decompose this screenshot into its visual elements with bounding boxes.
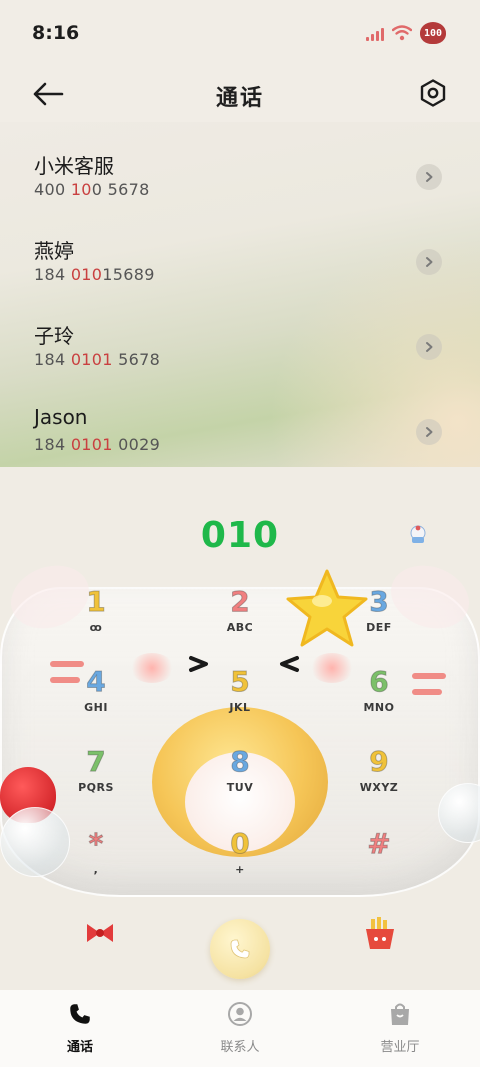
key-letters: JKL — [229, 701, 251, 714]
nav-label: 营业厅 — [380, 1040, 420, 1055]
key-letters: WXYZ — [359, 781, 399, 794]
signal-icon — [366, 25, 384, 41]
chevron-right-icon — [426, 257, 433, 267]
dial-key-1[interactable]: 1ꝏ — [51, 585, 141, 649]
dial-key-hash[interactable]: # — [334, 827, 424, 891]
contact-detail-button[interactable] — [416, 419, 442, 445]
nav-label: 通话 — [66, 1040, 93, 1055]
phone-icon — [20, 1000, 140, 1028]
dial-key-9[interactable]: 9 WXYZ — [334, 745, 424, 809]
number-segment: 0 5678 — [91, 180, 150, 199]
number-segment: 15689 — [102, 265, 155, 284]
number-segment: 184 — [34, 435, 71, 454]
key-digit: 5 — [230, 665, 250, 699]
number-segment: 184 — [34, 350, 71, 369]
key-letters: , — [93, 863, 99, 876]
key-digit: 9 — [369, 745, 389, 779]
number-segment: 0029 — [112, 435, 161, 454]
key-letters: ꝏ — [89, 621, 103, 634]
chevron-right-icon — [426, 342, 433, 352]
contact-detail-button[interactable] — [416, 164, 442, 190]
call-button[interactable] — [210, 919, 270, 979]
status-bar: 8:16 100 — [0, 0, 480, 66]
contact-suggestion-item[interactable]: 小米客服 400 100 5678 — [0, 140, 480, 225]
key-letters: + — [235, 863, 245, 876]
nav-tab-0[interactable]: 通话 — [20, 1000, 140, 1055]
key-digit: # — [367, 827, 391, 861]
chevron-right-icon — [426, 427, 433, 437]
nav-label: 联系人 — [220, 1040, 260, 1055]
dialer-area: 010 1 ꝏ 2 ABC 3 DEF 4 GHI 5 JKL 6 MNO 7 PQRS 8 TUV 9 WXYZ… — [0, 467, 480, 990]
key-digit: 4 — [86, 665, 106, 699]
key-digit: 6 — [369, 665, 389, 699]
key-digit: * — [88, 827, 104, 861]
settings-icon[interactable] — [418, 78, 448, 108]
key-digit: 3 — [369, 585, 389, 619]
number-segment: 5678 — [112, 350, 161, 369]
contact-detail-button[interactable] — [416, 334, 442, 360]
fries-sticker-icon — [366, 917, 394, 949]
key-digit: 1 — [86, 585, 106, 619]
header: 通话 — [0, 66, 480, 122]
dial-key-0[interactable]: 0 + — [195, 827, 285, 891]
key-letters: DEF — [366, 621, 392, 634]
nav-tab-2[interactable]: 营业厅 — [340, 1000, 460, 1055]
cupcake-sticker-icon — [410, 525, 426, 543]
contact-name: 小米客服 — [34, 154, 114, 178]
dial-key-6[interactable]: 6 MNO — [334, 665, 424, 729]
dial-key-5[interactable]: 5 JKL — [195, 665, 285, 729]
key-digit: 2 — [230, 585, 250, 619]
contact-suggestion-list: 小米客服 400 100 5678 燕婷 184 01015689 子玲 184 0101… — [0, 140, 480, 480]
dial-key-7[interactable]: 7 PQRS — [51, 745, 141, 809]
bow-sticker-icon — [87, 924, 113, 942]
page-title: 通话 — [215, 86, 264, 111]
matched-digits: 0101 — [70, 350, 113, 369]
contact-name: Jason — [34, 405, 88, 429]
contact-number: 184 0101 5678 — [34, 350, 160, 369]
contact-suggestion-item[interactable]: 燕婷 184 01015689 — [0, 225, 480, 310]
matched-digits: 10 — [70, 180, 92, 199]
key-digit: 0 — [230, 827, 250, 861]
phone-icon — [230, 939, 250, 959]
dial-key-8[interactable]: 8 TUV — [195, 745, 285, 809]
key-letters: TUV — [226, 781, 254, 794]
key-digit: 7 — [86, 745, 106, 779]
key-letters: GHI — [84, 701, 108, 714]
matched-digits: 0101 — [70, 435, 113, 454]
key-letters: MNO — [363, 701, 395, 714]
contact-suggestion-item[interactable]: 子玲 184 0101 5678 — [0, 310, 480, 395]
nav-tab-1[interactable]: 联系人 — [180, 1000, 300, 1055]
number-segment: 184 — [34, 265, 71, 284]
contact-name: 燕婷 — [34, 239, 74, 263]
wifi-icon — [392, 25, 412, 41]
matched-digits: 010 — [70, 265, 103, 284]
status-icons: 100 — [366, 22, 446, 44]
dial-key-star[interactable]: *, — [51, 827, 141, 891]
number-segment: 400 — [34, 180, 71, 199]
contact-number: 400 100 5678 — [34, 180, 150, 199]
contacts-icon — [180, 1000, 300, 1028]
battery-icon: 100 — [420, 22, 446, 44]
contact-detail-button[interactable] — [416, 249, 442, 275]
status-time: 8:16 — [32, 22, 80, 44]
contact-number: 184 01015689 — [34, 265, 155, 284]
shopping-bag-icon — [340, 1000, 460, 1028]
dial-key-2[interactable]: 2 ABC — [195, 585, 285, 649]
dial-key-3[interactable]: 3 DEF — [334, 585, 424, 649]
dial-key-4[interactable]: 4 GHI — [51, 665, 141, 729]
key-letters: PQRS — [78, 781, 114, 794]
key-digit: 8 — [230, 745, 250, 779]
chevron-right-icon — [426, 172, 433, 182]
contact-number: 184 0101 0029 — [34, 435, 160, 454]
bottom-navigation: 通话 联系人 营业厅 — [0, 990, 480, 1067]
contact-name: 子玲 — [34, 324, 74, 348]
key-letters: ABC — [226, 621, 254, 634]
